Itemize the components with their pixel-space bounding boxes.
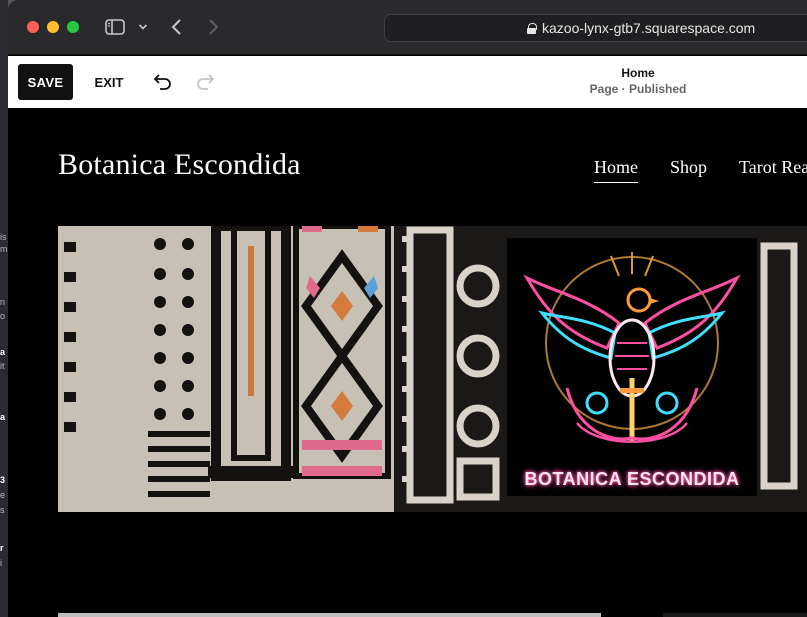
bg-fragment: it xyxy=(0,361,5,371)
background-window-edge: is m n o a it a 3 e s r i xyxy=(0,0,8,617)
bg-fragment: n xyxy=(0,297,6,307)
bg-fragment: o xyxy=(0,311,6,321)
browser-window: kazoo-lynx-gtb7.squarespace.com SAVE EXI… xyxy=(8,0,807,617)
logo-wordmark: BOTANICA ESCONDIDA xyxy=(524,469,740,489)
bg-fragment: e xyxy=(0,490,6,500)
section-image-right xyxy=(663,613,807,617)
page-publish-status: Page · Published xyxy=(589,82,687,96)
bg-fragment: i xyxy=(0,558,2,568)
nav-item-shop[interactable]: Shop xyxy=(670,157,707,183)
sidebar-toggle-icon[interactable] xyxy=(104,16,126,38)
nav-item-tarot[interactable]: Tarot Rea xyxy=(739,157,807,183)
address-bar[interactable]: kazoo-lynx-gtb7.squarespace.com xyxy=(384,14,807,42)
editor-toolbar: SAVE EXIT Home Page · Published xyxy=(8,56,807,108)
close-window-button[interactable] xyxy=(27,21,39,33)
redo-icon[interactable] xyxy=(194,70,218,94)
brand-logo-image: BOTANICA ESCONDIDA xyxy=(507,238,757,496)
section-image-left xyxy=(58,613,601,617)
chevron-down-icon[interactable] xyxy=(136,16,150,38)
bg-fragment: s xyxy=(0,505,5,515)
site-nav: Home Shop Tarot Rea xyxy=(594,157,807,183)
bg-fragment: a xyxy=(0,412,6,422)
site-canvas: Botanica Escondida Home Shop Tarot Rea B… xyxy=(8,108,807,617)
bg-fragment: r xyxy=(0,543,4,553)
back-arrow-icon[interactable] xyxy=(166,16,188,38)
zoom-window-button[interactable] xyxy=(67,21,79,33)
page-title: Home xyxy=(621,66,655,80)
bg-fragment: 3 xyxy=(0,475,6,485)
nav-item-home[interactable]: Home xyxy=(594,157,638,183)
hero-image-banner: BOTANICA ESCONDIDA xyxy=(58,226,807,512)
url-text: kazoo-lynx-gtb7.squarespace.com xyxy=(542,20,756,36)
minimize-window-button[interactable] xyxy=(47,21,59,33)
page-status[interactable]: Home Page · Published xyxy=(568,66,708,97)
bg-fragment: m xyxy=(0,244,8,254)
neon-bird-emblem xyxy=(523,252,741,443)
site-title[interactable]: Botanica Escondida xyxy=(58,148,301,182)
bg-fragment: is xyxy=(0,232,7,242)
undo-icon[interactable] xyxy=(150,70,174,94)
forward-arrow-icon[interactable] xyxy=(202,16,224,38)
save-button[interactable]: SAVE xyxy=(18,64,73,100)
browser-toolbar: kazoo-lynx-gtb7.squarespace.com xyxy=(8,0,807,55)
exit-button[interactable]: EXIT xyxy=(88,64,130,100)
bg-fragment: a xyxy=(0,347,6,357)
lock-icon xyxy=(527,22,537,34)
